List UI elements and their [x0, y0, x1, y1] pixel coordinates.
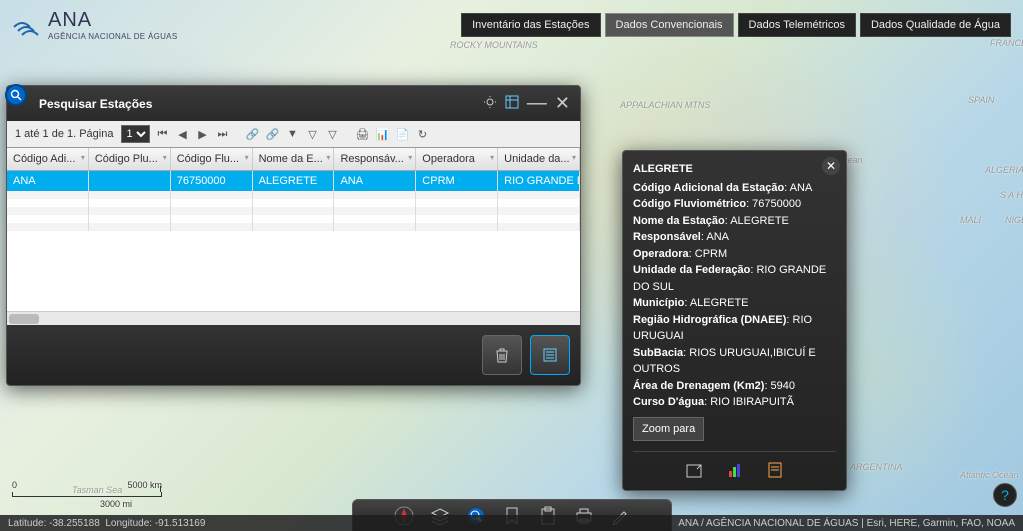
map-label: S A H: [1000, 190, 1023, 200]
col-codigo-plu[interactable]: Código Plu...: [89, 148, 171, 170]
nav-convencionais[interactable]: Dados Convencionais: [605, 13, 734, 37]
scale-bar: 05000 km 3000 mi: [12, 480, 162, 509]
nav-buttons: Inventário das Estações Dados Convencion…: [461, 13, 1011, 37]
map-label: SPAIN: [968, 95, 994, 105]
lon-value: -91.513169: [155, 518, 206, 529]
results-grid: Código Adi... Código Plu... Código Flu..…: [7, 148, 580, 325]
filter-clear-icon[interactable]: ▽: [324, 126, 340, 142]
grid-header: Código Adi... Código Plu... Código Flu..…: [7, 148, 580, 171]
search-icon: [5, 84, 27, 106]
lat-value: -38.255188: [49, 518, 100, 529]
col-codigo-flu[interactable]: Código Flu...: [171, 148, 253, 170]
export-icon[interactable]: [684, 460, 706, 480]
horizontal-scrollbar[interactable]: [7, 311, 580, 325]
popup-title: ALEGRETE: [633, 161, 836, 178]
map-label: ALGERIA: [985, 165, 1023, 175]
top-bar: ANA AGÊNCIA NACIONAL DE ÁGUAS Inventário…: [0, 0, 1023, 50]
popup-field: Unidade da Federação: RIO GRANDE DO SUL: [633, 262, 836, 295]
popup-field: Código Fluviométrico: 76750000: [633, 196, 836, 213]
next-page-icon[interactable]: ▶: [194, 126, 210, 142]
lon-label: Longitude:: [105, 518, 152, 529]
document-icon[interactable]: [764, 460, 786, 480]
help-button[interactable]: ?: [993, 483, 1017, 507]
col-operadora[interactable]: Operadora: [416, 148, 498, 170]
search-panel: Pesquisar Estações — ✕ 1 até 1 de 1. Pág…: [6, 85, 581, 386]
page-select[interactable]: 1: [121, 125, 150, 143]
popup-field: Código Adicional da Estação: ANA: [633, 180, 836, 197]
col-responsavel[interactable]: Responsáv...: [334, 148, 416, 170]
zoom-to-button[interactable]: Zoom para: [633, 417, 704, 442]
nav-qualidade[interactable]: Dados Qualidade de Água: [860, 13, 1011, 37]
popup-field: SubBacia: RIOS URUGUAI,IBICUÍ E OUTROS: [633, 345, 836, 378]
refresh-icon[interactable]: ↻: [414, 126, 430, 142]
grid-icon[interactable]: [505, 95, 519, 112]
logo-title: ANA: [48, 9, 177, 32]
popup-field: Operadora: CPRM: [633, 246, 836, 263]
settings-icon[interactable]: [483, 95, 497, 112]
col-unidade[interactable]: Unidade da...: [498, 148, 580, 170]
table-row[interactable]: ANA 76750000 ALEGRETE ANA CPRM RIO GRAND…: [7, 171, 580, 191]
chart-icon[interactable]: [724, 460, 746, 480]
pager-text: 1 até 1 de 1. Página: [15, 128, 113, 140]
map-label: ARGENTINA: [850, 462, 903, 472]
prev-page-icon[interactable]: ◀: [174, 126, 190, 142]
map-label: MALI: [960, 215, 981, 225]
col-codigo-adi[interactable]: Código Adi...: [7, 148, 89, 170]
popup-field: Município: ALEGRETE: [633, 295, 836, 312]
table-row[interactable]: [7, 199, 580, 207]
export-icon[interactable]: 📄: [394, 126, 410, 142]
close-icon[interactable]: ✕: [555, 93, 570, 114]
table-row[interactable]: [7, 215, 580, 223]
grid-toolbar: 1 até 1 de 1. Página 1 ⏮ ◀ ▶ ⏭ 🔗 🔗 ▼ ▽ ▽…: [7, 121, 580, 148]
popup-field: Região Hidrográfica (DNAEE): RIO URUGUAI: [633, 312, 836, 345]
search-panel-header[interactable]: Pesquisar Estações — ✕: [7, 86, 580, 121]
last-page-icon[interactable]: ⏭: [214, 126, 230, 142]
station-info-popup: ✕ ALEGRETE Código Adicional da Estação: …: [622, 150, 847, 491]
col-nome[interactable]: Nome da E...: [253, 148, 335, 170]
table-row[interactable]: [7, 191, 580, 199]
table-row[interactable]: [7, 223, 580, 231]
chart-icon[interactable]: 📊: [374, 126, 390, 142]
nav-inventario[interactable]: Inventário das Estações: [461, 13, 600, 37]
nav-telemetricos[interactable]: Dados Telemétricos: [738, 13, 856, 37]
map-label: Atlantic Ocean: [960, 470, 1019, 480]
first-page-icon[interactable]: ⏮: [154, 126, 170, 142]
table-row[interactable]: [7, 207, 580, 215]
logo[interactable]: ANA AGÊNCIA NACIONAL DE ÁGUAS: [12, 9, 177, 41]
status-bar: Latitude: -38.255188 Longitude: -91.5131…: [0, 515, 1023, 531]
minimize-icon[interactable]: —: [527, 92, 547, 115]
logo-subtitle: AGÊNCIA NACIONAL DE ÁGUAS: [48, 32, 177, 41]
popup-field: Responsável: ANA: [633, 229, 836, 246]
filter-icon[interactable]: ▼: [284, 126, 300, 142]
popup-field: Área de Drenagem (Km2): 5940: [633, 378, 836, 395]
map-label: NIGER: [1005, 215, 1023, 225]
link-icon[interactable]: 🔗: [244, 126, 260, 142]
link2-icon[interactable]: 🔗: [264, 126, 280, 142]
filter-x-icon[interactable]: ▽: [304, 126, 320, 142]
print-icon[interactable]: 🖨: [354, 126, 370, 142]
details-button[interactable]: [530, 335, 570, 375]
delete-button[interactable]: [482, 335, 522, 375]
grid-body: ANA 76750000 ALEGRETE ANA CPRM RIO GRAND…: [7, 171, 580, 311]
close-icon[interactable]: ✕: [822, 157, 840, 175]
popup-field: Curso D'água: RIO IBIRAPUITÃ: [633, 394, 836, 411]
lat-label: Latitude:: [8, 518, 46, 529]
popup-field: Nome da Estação: ALEGRETE: [633, 213, 836, 230]
search-panel-title: Pesquisar Estações: [39, 97, 152, 111]
ana-logo-icon: [12, 13, 42, 37]
attribution: ANA / AGÊNCIA NACIONAL DE ÁGUAS | Esri, …: [678, 518, 1015, 529]
search-panel-footer: [7, 325, 580, 385]
map-label: APPALACHIAN MTNS: [620, 100, 710, 110]
